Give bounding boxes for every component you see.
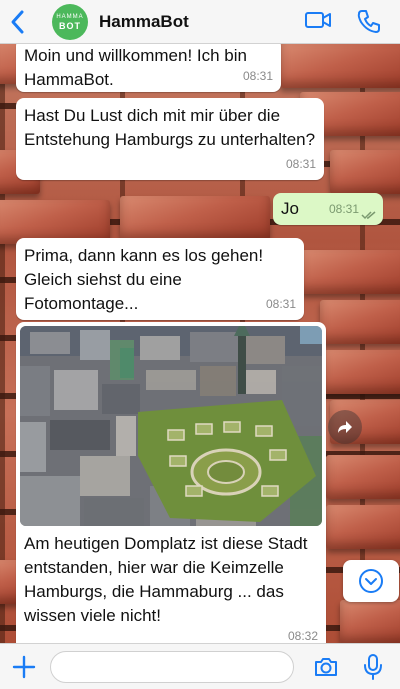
input-bar xyxy=(0,643,400,689)
avatar-line-1: HAMMA xyxy=(56,13,84,20)
chevron-down-circle-icon xyxy=(359,569,383,593)
video-call-icon[interactable] xyxy=(304,9,332,31)
message-text: Hast Du Lust dich mit mir über die Entst… xyxy=(24,106,316,149)
back-chevron-icon[interactable] xyxy=(8,8,28,36)
message-time: 08:31 xyxy=(242,69,273,83)
scroll-to-bottom-button[interactable] xyxy=(343,560,399,602)
avatar[interactable]: HAMMA BOT xyxy=(52,4,88,40)
message-time: 08:31 xyxy=(265,297,296,311)
phone-call-icon[interactable] xyxy=(356,8,382,34)
message-bubble-incoming[interactable]: Hast Du Lust dich mit mir über die Entst… xyxy=(16,98,324,180)
camera-icon[interactable] xyxy=(313,655,339,679)
chat-header: HAMMA BOT HammaBot xyxy=(0,0,400,44)
forward-button[interactable] xyxy=(328,410,362,444)
microphone-icon[interactable] xyxy=(362,653,384,681)
plus-icon[interactable] xyxy=(11,654,37,680)
read-checks-icon xyxy=(361,211,376,220)
message-bubble-outgoing[interactable]: Jo 08:31 xyxy=(273,193,383,225)
avatar-line-2: BOT xyxy=(59,20,81,31)
message-bubble-incoming[interactable]: Prima, dann kann es los gehen! Gleich si… xyxy=(16,238,304,320)
message-text: Moin und willkommen! Ich bin HammaBot. xyxy=(24,46,247,89)
chat-title[interactable]: HammaBot xyxy=(99,12,189,32)
message-input[interactable] xyxy=(50,651,294,683)
message-time: 08:31 xyxy=(285,157,316,171)
forward-arrow-icon xyxy=(338,421,352,433)
message-text: Am heutigen Domplatz ist diese Stadt ent… xyxy=(24,534,308,625)
message-time: 08:31 xyxy=(328,202,359,216)
message-bubble-incoming[interactable]: Moin und willkommen! Ich bin HammaBot. 0… xyxy=(16,38,281,92)
message-text: Prima, dann kann es los gehen! Gleich si… xyxy=(24,246,264,313)
aerial-photo-domplatz[interactable] xyxy=(20,326,322,526)
